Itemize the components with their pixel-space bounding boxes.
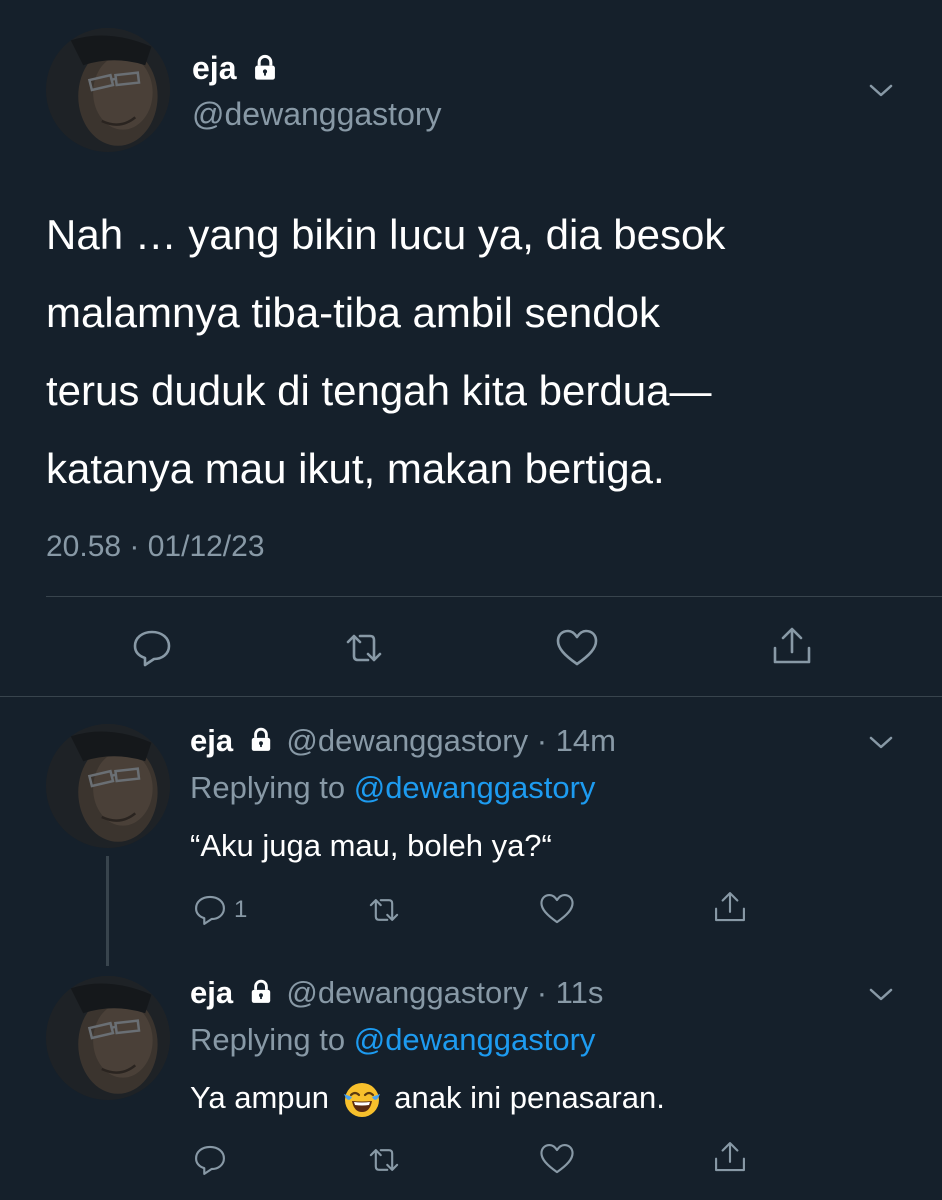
share-icon[interactable]	[712, 889, 748, 925]
retweet-icon[interactable]	[340, 626, 388, 670]
reply-text: Ya ampun anak ini penasaran.	[190, 1078, 665, 1120]
thread-line	[106, 856, 109, 966]
reply-header: eja @dewanggastory · 14m	[190, 723, 616, 759]
author-name[interactable]: eja	[190, 975, 233, 1010]
tweet-text: Nah … yang bikin lucu ya, dia besok mala…	[46, 196, 725, 508]
replying-to-label: Replying to	[190, 1022, 346, 1057]
tweet-timestamp[interactable]: 20.58 · 01/12/23	[46, 530, 265, 564]
reply-icon[interactable]	[192, 1142, 228, 1178]
avatar-image	[46, 28, 170, 152]
author-handle[interactable]: @dewanggastory	[286, 975, 528, 1010]
lock-icon	[251, 54, 279, 82]
tweet-text-line: terus duduk di tengah kita berdua—	[46, 367, 712, 414]
share-icon[interactable]	[712, 1139, 748, 1175]
avatar-image	[46, 724, 170, 848]
tweet-text-line: malamnya tiba-tiba ambil sendok	[46, 289, 660, 336]
like-icon[interactable]	[538, 891, 576, 927]
avatar-image	[46, 976, 170, 1100]
chevron-down-icon[interactable]	[866, 78, 896, 102]
like-icon[interactable]	[538, 1141, 576, 1177]
reply-time[interactable]: · 11s	[537, 975, 604, 1010]
reply-icon	[195, 895, 225, 925]
replying-to-handle[interactable]: @dewanggastory	[354, 1022, 596, 1057]
lock-icon	[248, 727, 274, 753]
author-name[interactable]: eja	[190, 723, 233, 758]
author-name[interactable]: eja	[192, 50, 236, 86]
main-author-name-row: eja	[192, 50, 279, 86]
tweet-text-line: Nah … yang bikin lucu ya, dia besok	[46, 211, 726, 258]
chevron-down-icon[interactable]	[866, 730, 896, 754]
face-with-tears-of-joy-icon	[343, 1082, 380, 1117]
avatar[interactable]	[46, 28, 170, 152]
reply-icon[interactable]	[130, 626, 174, 670]
reply-count: 1	[234, 896, 248, 923]
reply-text-before: Ya ampun	[190, 1080, 330, 1115]
reply-text: “Aku juga mau, boleh ya?“	[190, 828, 552, 863]
retweet-icon[interactable]	[364, 1142, 404, 1178]
reply-text-after: anak ini penasaran.	[394, 1080, 665, 1115]
divider	[46, 596, 942, 597]
reply-time[interactable]: · 14m	[537, 723, 616, 758]
chevron-down-icon[interactable]	[866, 982, 896, 1006]
divider	[0, 696, 942, 697]
avatar[interactable]	[46, 976, 170, 1100]
replying-to-label: Replying to	[190, 770, 346, 805]
avatar[interactable]	[46, 724, 170, 848]
replying-to: Replying to @dewanggastory	[190, 770, 595, 806]
tweet-text-line: katanya mau ikut, makan bertiga.	[46, 445, 665, 492]
reply-header: eja @dewanggastory · 11s	[190, 975, 603, 1011]
author-handle[interactable]: @dewanggastory	[192, 96, 442, 132]
like-icon[interactable]	[554, 626, 600, 670]
share-icon[interactable]	[770, 624, 814, 668]
replying-to-handle[interactable]: @dewanggastory	[354, 770, 596, 805]
author-handle[interactable]: @dewanggastory	[286, 723, 528, 758]
lock-icon	[248, 979, 274, 1005]
replying-to: Replying to @dewanggastory	[190, 1022, 595, 1058]
reply-button[interactable]: 1	[192, 892, 247, 928]
retweet-icon[interactable]	[364, 892, 404, 928]
